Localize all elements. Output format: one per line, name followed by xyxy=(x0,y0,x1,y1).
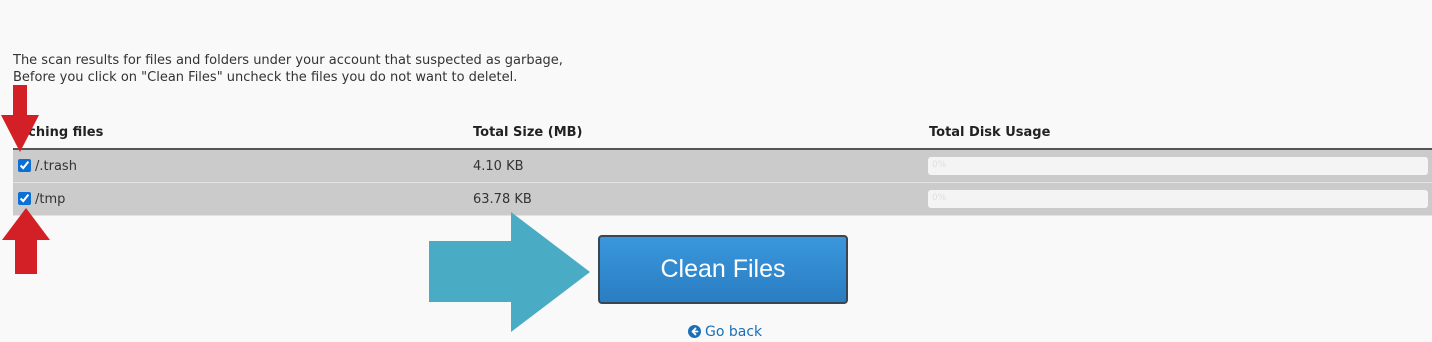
row-path: /tmp xyxy=(35,192,66,207)
header-disk-usage: Total Disk Usage xyxy=(929,125,1051,140)
row-path: /.trash xyxy=(35,159,77,174)
intro-line-1: The scan results for files and folders u… xyxy=(13,53,563,68)
arrow-circle-left-icon xyxy=(688,325,701,338)
clean-files-button[interactable]: Clean Files xyxy=(598,235,848,304)
row-checkbox-trash[interactable] xyxy=(18,159,31,172)
intro-line-2: Before you click on "Clean Files" unchec… xyxy=(13,70,518,85)
row-checkbox-tmp[interactable] xyxy=(18,192,31,205)
table-row: /tmp 63.78 KB 0% xyxy=(13,183,1432,216)
disk-usage-bar: 0% xyxy=(928,157,1428,175)
red-arrow-down-icon xyxy=(1,85,39,152)
row-size: 63.78 KB xyxy=(473,192,532,207)
intro-text: The scan results for files and folders u… xyxy=(13,52,563,86)
table-row: /.trash 4.10 KB 0% xyxy=(13,150,1432,183)
header-total-size: Total Size (MB) xyxy=(473,125,583,140)
disk-usage-bar: 0% xyxy=(928,190,1428,208)
disk-usage-percent: 0% xyxy=(932,193,947,203)
disk-usage-percent: 0% xyxy=(932,160,947,170)
row-size: 4.10 KB xyxy=(473,159,524,174)
go-back-link[interactable]: Go back xyxy=(688,324,762,340)
teal-arrow-right-icon xyxy=(429,212,590,332)
scan-results-table: arching files Total Size (MB) Total Disk… xyxy=(13,120,1432,216)
page: The scan results for files and folders u… xyxy=(0,0,1432,342)
table-header: arching files Total Size (MB) Total Disk… xyxy=(13,120,1432,150)
go-back-label: Go back xyxy=(705,324,763,340)
red-arrow-up-icon xyxy=(2,208,50,274)
